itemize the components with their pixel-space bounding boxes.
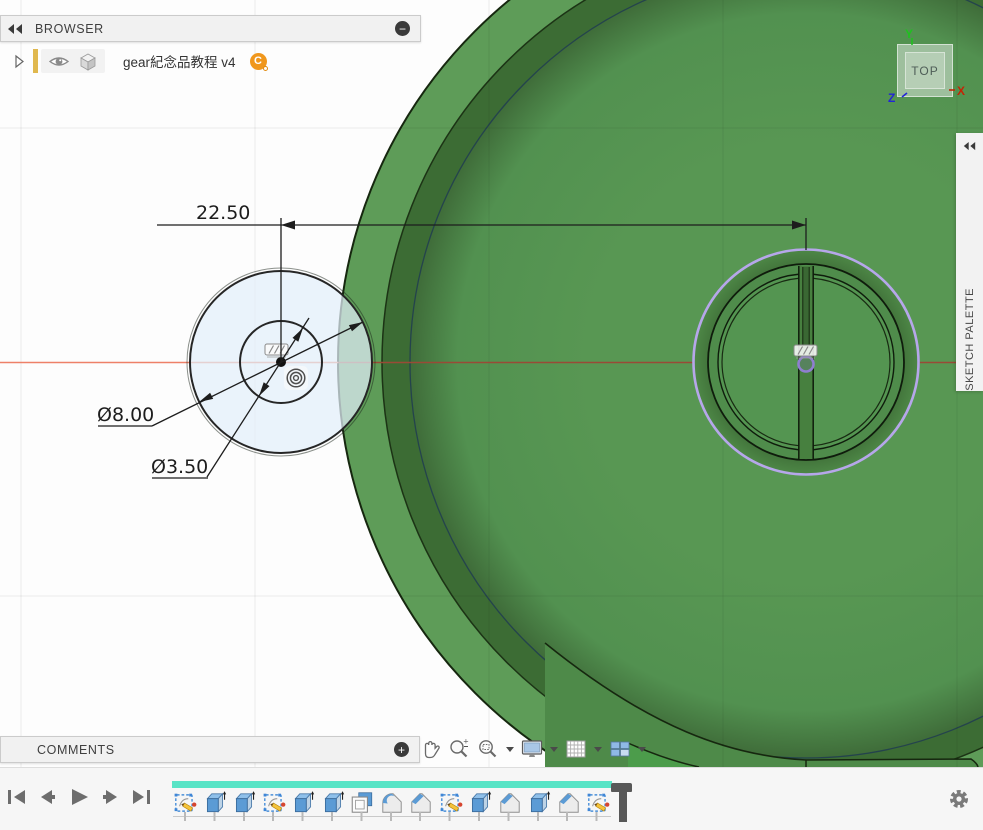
comments-panel-header[interactable]: COMMENTS + [0, 736, 420, 763]
component-icon [78, 51, 98, 71]
fixed-constraint-icon[interactable] [794, 345, 817, 358]
grid-and-snaps-caret[interactable] [594, 747, 602, 752]
svg-text:+: + [463, 738, 469, 746]
dim-outer-diameter-label[interactable]: Ø8.00 [97, 404, 154, 426]
timeline-ticks [172, 812, 612, 821]
viewports-caret[interactable] [638, 747, 646, 752]
browser-tree-root-item[interactable]: gear紀念品教程 v4 C [14, 48, 267, 74]
visibility-eye-icon[interactable] [48, 54, 70, 69]
badge-letter: C [254, 55, 262, 67]
settings-gear-icon[interactable] [948, 788, 970, 810]
cloud-status-badge[interactable]: C [250, 53, 267, 70]
timeline-playback-controls [6, 786, 152, 808]
play-button[interactable] [68, 786, 90, 808]
model-canvas[interactable]: 22.50 Ø8.00 Ø3.50 [0, 0, 983, 767]
timeline-playhead[interactable] [619, 792, 627, 822]
badge-dot [263, 66, 268, 71]
concentric-constraint-icon[interactable] [284, 366, 308, 390]
collapse-left-icon[interactable] [963, 141, 976, 151]
sketch-palette-title: SKETCH PALETTE [964, 278, 976, 391]
item-icon-group [41, 49, 105, 73]
viewports-icon[interactable] [607, 736, 633, 762]
display-settings-caret[interactable] [550, 747, 558, 752]
browser-panel-header[interactable]: BROWSER − [0, 15, 421, 42]
hub-circle[interactable] [693, 249, 919, 475]
collapse-left-icon[interactable] [7, 23, 23, 35]
timeline-marker-bar[interactable] [172, 781, 612, 788]
zoom-icon[interactable]: + [446, 736, 472, 762]
timeline-playhead-handle[interactable] [611, 783, 632, 792]
fit-dropdown-caret[interactable] [506, 747, 514, 752]
dim-inner-diameter-label[interactable]: Ø3.50 [151, 456, 208, 478]
browser-panel-title: BROWSER [35, 22, 104, 36]
step-forward-button[interactable] [99, 786, 121, 808]
timeline-bar [0, 767, 983, 830]
grid-and-snaps-icon[interactable] [563, 736, 589, 762]
selection-indicator-bar [33, 49, 38, 73]
skip-to-start-button[interactable] [6, 786, 28, 808]
skip-to-end-button[interactable] [130, 786, 152, 808]
expand-arrow-icon[interactable] [14, 54, 25, 69]
sketch-palette-panel[interactable]: SKETCH PALETTE [956, 133, 983, 391]
comments-panel-title: COMMENTS [37, 743, 115, 757]
minimize-panel-button[interactable]: − [395, 21, 410, 36]
viewcube-axes [885, 24, 983, 109]
add-comment-button[interactable]: + [394, 742, 409, 757]
fusion-window: 22.50 Ø8.00 Ø3.50 BROWSER − [0, 0, 983, 830]
hub-center-point[interactable] [799, 357, 814, 372]
pan-icon[interactable] [417, 736, 443, 762]
component-name-label[interactable]: gear紀念品教程 v4 [123, 51, 236, 71]
dim-distance-label[interactable]: 22.50 [196, 202, 250, 224]
step-back-button[interactable] [37, 786, 59, 808]
display-settings-icon[interactable] [519, 736, 545, 762]
navigation-toolbar: + [417, 734, 648, 764]
fit-icon[interactable] [475, 736, 501, 762]
